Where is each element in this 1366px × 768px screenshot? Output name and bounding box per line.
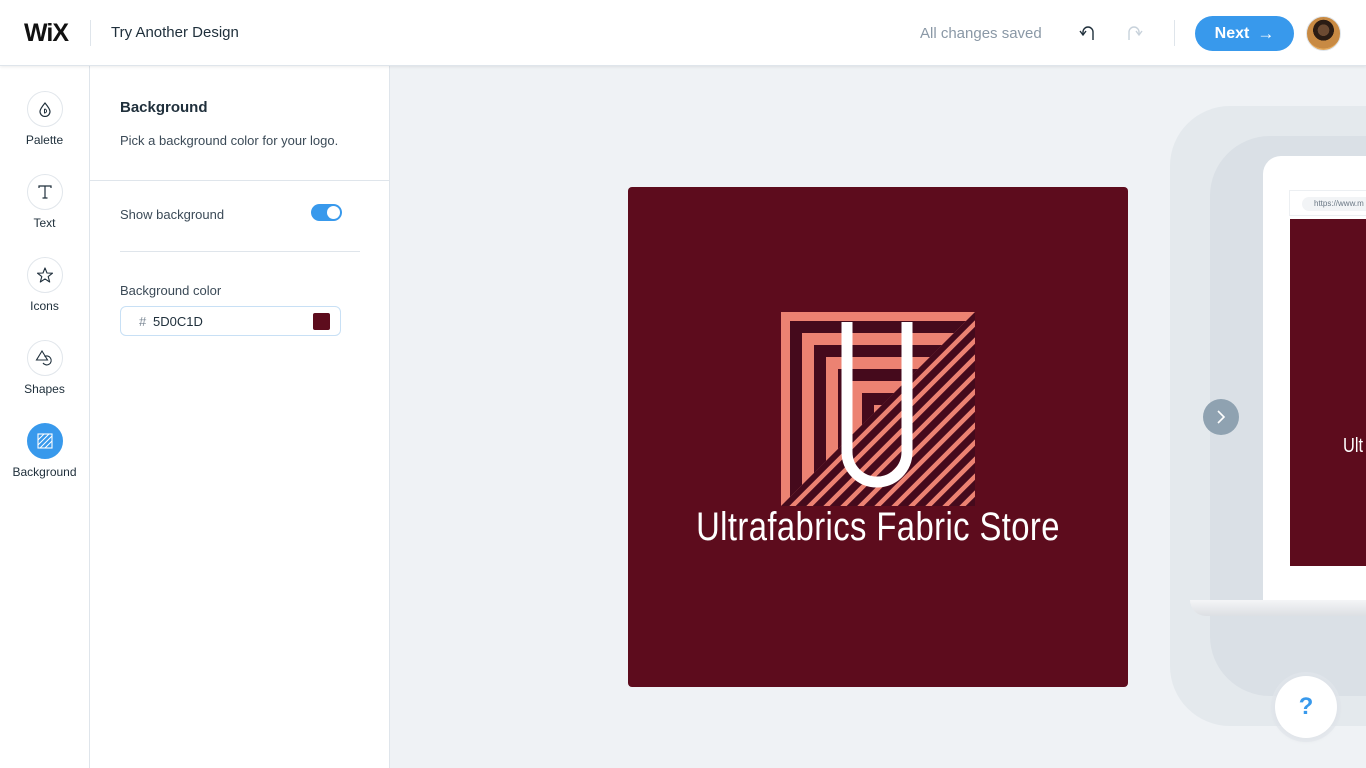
wix-logo[interactable]: WiX [24,19,69,48]
arrow-right-icon: → [1257,23,1275,43]
hex-value[interactable]: 5D0C1D [153,314,203,329]
hash-prefix: # [139,314,147,329]
header-divider [1174,20,1175,46]
panel-title: Background [120,99,208,116]
color-swatch[interactable] [313,313,330,330]
next-label: Next [1214,24,1250,42]
next-button[interactable]: Next → [1195,16,1294,51]
star-icon [36,267,53,283]
background-hatch-icon [36,433,53,449]
sidebar-item-label: Shapes [24,382,65,396]
icons-button[interactable] [26,257,63,293]
header-divider [90,20,91,46]
show-background-label: Show background [120,207,225,222]
laptop-mockup[interactable]: https://www.m Ult [1263,156,1366,601]
background-color-input[interactable]: # 5D0C1D [120,306,341,336]
top-bar: WiX Try Another Design All changes saved… [0,0,1366,66]
sidebar-item-label: Palette [25,133,64,147]
undo-button[interactable] [1078,20,1100,46]
sidebar-item-label: Text [33,216,56,230]
shapes-button[interactable] [26,340,63,376]
text-button[interactable] [26,174,63,210]
show-background-toggle[interactable] [311,204,342,221]
sidebar-item-label: Icons [30,299,59,313]
divider [90,180,389,181]
sidebar-item-shapes[interactable]: Shapes [0,340,89,396]
sidebar-item-palette[interactable]: Palette [0,91,89,147]
url-bar: https://www.m [1302,197,1366,211]
logo-text: Ultrafabrics Fabric Store [696,505,1060,549]
sidebar-item-background[interactable]: Background [0,423,89,479]
palette-drop-icon [38,102,51,117]
laptop-base [1190,600,1366,616]
palette-button[interactable] [26,91,63,127]
tool-sidebar: Palette Text Icons Shapes Background [0,66,90,768]
logo-symbol [781,312,975,506]
save-status: All changes saved [920,25,1042,42]
sidebar-item-text[interactable]: Text [0,174,89,230]
avatar[interactable] [1306,16,1341,51]
chevron-right-icon [1217,410,1226,424]
sidebar-item-label: Background [12,465,77,479]
text-T-icon [37,185,52,199]
logo-preview[interactable]: Ultrafabrics Fabric Store [628,187,1128,687]
preview-canvas: Ultrafabrics Fabric Store https://www.m … [390,66,1366,768]
background-panel: Background Pick a background color for y… [90,66,390,768]
help-button[interactable]: ? [1275,676,1337,738]
divider [120,251,360,252]
shapes-icon [35,349,52,366]
undo-icon [1079,26,1094,40]
sidebar-item-icons[interactable]: Icons [0,257,89,313]
background-button[interactable] [26,423,63,459]
toggle-knob [327,206,340,219]
panel-description: Pick a background color for your logo. [120,133,339,148]
redo-icon [1128,26,1143,40]
laptop-screen: Ult [1290,219,1366,566]
page-title: Try Another Design [111,24,239,41]
next-design-button[interactable] [1203,399,1239,435]
background-color-label: Background color [120,283,222,298]
browser-bar: https://www.m [1289,190,1366,216]
mockup-logo-text: Ult [1343,435,1364,457]
redo-button[interactable] [1124,20,1146,46]
